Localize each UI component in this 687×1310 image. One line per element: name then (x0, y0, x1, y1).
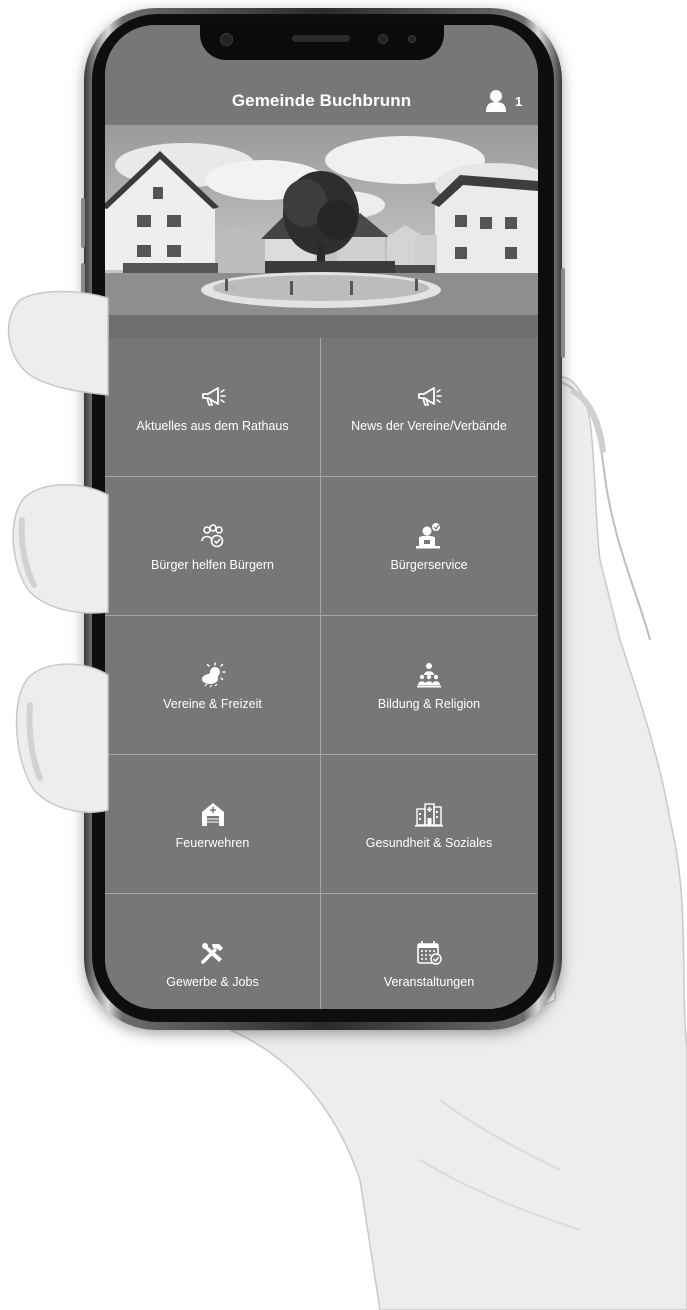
tile-buergerservice[interactable]: Bürgerservice (321, 477, 537, 616)
tile-bildung-religion[interactable]: Bildung & Religion (321, 616, 537, 755)
tile-label: News der Vereine/Verbände (351, 419, 507, 433)
earpiece-speaker (292, 35, 350, 42)
tile-aktuelles-rathaus[interactable]: Aktuelles aus dem Rathaus (105, 338, 321, 477)
tile-label: Veranstaltungen (383, 975, 475, 989)
tile-vereine-freizeit[interactable]: Vereine & Freizeit (105, 616, 321, 755)
tile-label: Bürger helfen Bürgern (151, 558, 274, 572)
tile-gewerbe-jobs[interactable]: Gewerbe & Jobs (105, 894, 321, 1009)
hero-image (105, 125, 538, 338)
user-icon (486, 90, 506, 112)
tile-label: Gesundheit & Soziales (365, 836, 493, 850)
front-camera (220, 33, 233, 46)
tile-buerger-helfen[interactable]: Bürger helfen Bürgern (105, 477, 321, 616)
front-camera (408, 35, 416, 43)
teacher-class-icon (417, 663, 441, 688)
volume-button (81, 198, 85, 248)
tile-label: Bildung & Religion (377, 697, 481, 711)
front-sensor (378, 34, 388, 44)
app-screen: Gemeinde Buchbrunn 1 Aktuelles aus dem R… (105, 25, 538, 1009)
people-check-icon (200, 524, 223, 548)
tile-label: Bürgerservice (390, 558, 468, 572)
power-button (561, 268, 565, 358)
calendar-check-icon (417, 941, 442, 965)
desk-service-icon (416, 523, 440, 549)
tile-news-vereine[interactable]: News der Vereine/Verbände (321, 338, 537, 477)
fire-station-icon (201, 803, 224, 826)
tile-feuerwehren[interactable]: Feuerwehren (105, 755, 321, 894)
app-title: Gemeinde Buchbrunn (231, 91, 412, 110)
megaphone-icon (201, 387, 226, 406)
tile-label: Vereine & Freizeit (163, 697, 262, 711)
tools-icon (200, 943, 223, 964)
megaphone-icon (418, 387, 442, 406)
tile-label: Feuerwehren (175, 836, 250, 850)
tile-veranstaltungen[interactable]: Veranstaltungen (321, 894, 537, 1009)
sun-cloud-icon (201, 662, 226, 688)
profile-button[interactable]: 1 (479, 89, 529, 115)
phone-notch (200, 25, 444, 60)
tile-label: Aktuelles aus dem Rathaus (136, 419, 289, 433)
tile-gesundheit-soziales[interactable]: Gesundheit & Soziales (321, 755, 537, 894)
profile-count: 1 (515, 94, 523, 109)
tile-label: Gewerbe & Jobs (166, 975, 259, 989)
hospital-icon (415, 803, 443, 827)
volume-button (81, 263, 85, 313)
